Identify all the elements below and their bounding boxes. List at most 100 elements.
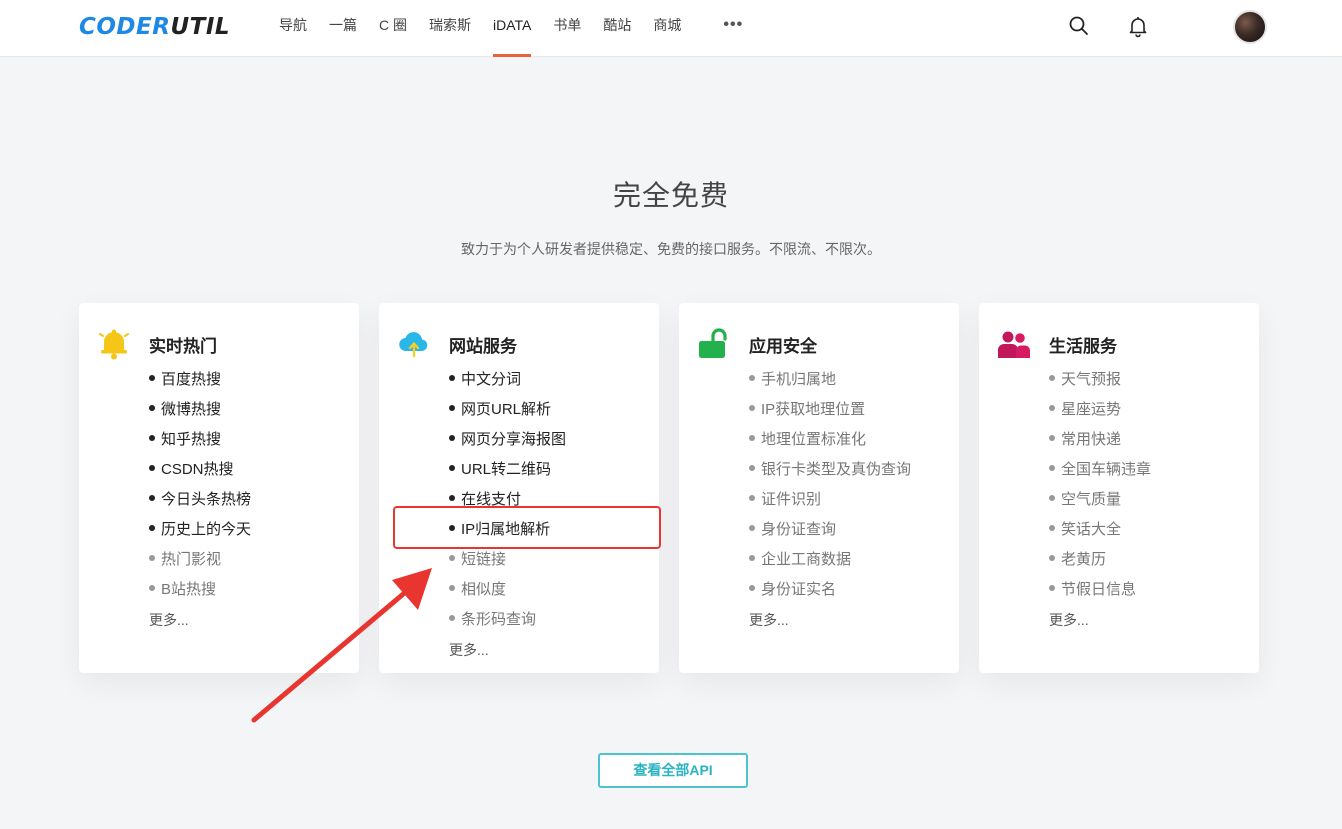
list-item-label: 在线支付 [461, 491, 522, 508]
list-item[interactable]: 身份证实名 [749, 575, 911, 605]
list-item-label: 短链接 [461, 551, 507, 568]
list-item[interactable]: 星座运势 [1049, 395, 1151, 425]
list-item[interactable]: 空气质量 [1049, 485, 1151, 515]
list-item-label: 地理位置标准化 [761, 431, 867, 448]
list-item-label: 笑话大全 [1061, 521, 1122, 538]
list-item[interactable]: IP获取地理位置 [749, 395, 911, 425]
list-item[interactable]: 百度热搜 [149, 365, 251, 395]
list-item[interactable]: 证件识别 [749, 485, 911, 515]
bullet [149, 495, 155, 502]
list-item[interactable]: B站热搜 [149, 575, 251, 605]
more-link[interactable]: 更多... [1049, 605, 1151, 635]
list-item-label: 中文分词 [461, 371, 522, 388]
nav-item-ruisuosi[interactable]: 瑞索斯 [418, 0, 482, 57]
list-item-label: B站热搜 [161, 581, 217, 598]
more-link[interactable]: 更多... [449, 635, 566, 665]
list-item-label: 今日头条热榜 [161, 491, 252, 508]
card-title: 应用安全 [749, 337, 817, 356]
page-subtitle: 致力于为个人研发者提供稳定、免费的接口服务。不限流、不限次。 [461, 241, 881, 257]
list-item[interactable]: 微博热搜 [149, 395, 251, 425]
list-item-label: 空气质量 [1061, 491, 1122, 508]
api-list: 百度热搜 微博热搜 知乎热搜 CSDN热搜 今日头条热榜 历史上的今天 热门影视… [149, 365, 251, 635]
bell-icon[interactable] [1126, 14, 1150, 38]
more-link[interactable]: 更多... [149, 605, 251, 635]
list-item[interactable]: 在线支付 [449, 485, 566, 515]
list-item[interactable]: 热门影视 [149, 545, 251, 575]
nav-item-cool-sites[interactable]: 酷站 [592, 0, 642, 57]
list-item[interactable]: 短链接 [449, 545, 566, 575]
card-title: 网站服务 [449, 337, 517, 356]
list-item-label: 星座运势 [1061, 401, 1122, 418]
bullet [1049, 465, 1055, 472]
list-item[interactable]: 网页URL解析 [449, 395, 566, 425]
list-item[interactable]: CSDN热搜 [149, 455, 251, 485]
list-item[interactable]: 历史上的今天 [149, 515, 251, 545]
list-item[interactable]: 身份证查询 [749, 515, 911, 545]
api-list: 手机归属地 IP获取地理位置 地理位置标准化 银行卡类型及真伪查询 证件识别 身… [749, 365, 911, 635]
bullet [749, 405, 755, 412]
bullet [749, 375, 755, 382]
list-item[interactable]: 老黄历 [1049, 545, 1151, 575]
more-menu-button[interactable]: ••• [712, 0, 754, 57]
bullet [1049, 495, 1055, 502]
bullet [449, 405, 455, 412]
nav-item-article[interactable]: 一篇 [318, 0, 368, 57]
list-item[interactable]: 常用快递 [1049, 425, 1151, 455]
list-item[interactable]: 天气预报 [1049, 365, 1151, 395]
list-item[interactable]: 笑话大全 [1049, 515, 1151, 545]
nav-item-guide[interactable]: 导航 [268, 0, 318, 57]
list-item[interactable]: 相似度 [449, 575, 566, 605]
coderutil-logo[interactable]: CODERUTIL [79, 12, 230, 42]
list-item-label: 知乎热搜 [161, 431, 222, 448]
list-item-label: 企业工商数据 [761, 551, 852, 568]
list-item-label: 历史上的今天 [161, 521, 252, 538]
list-item[interactable]: 知乎热搜 [149, 425, 251, 455]
list-item[interactable]: 企业工商数据 [749, 545, 911, 575]
list-item[interactable]: 节假日信息 [1049, 575, 1151, 605]
list-item[interactable]: 全国车辆违章 [1049, 455, 1151, 485]
view-all-api-button[interactable]: 查看全部API [598, 753, 748, 788]
bullet [1049, 525, 1055, 532]
bullet [149, 525, 155, 532]
list-item[interactable]: 网页分享海报图 [449, 425, 566, 455]
list-item-label: 常用快递 [1061, 431, 1122, 448]
list-item-label: 网页URL解析 [461, 401, 552, 418]
list-item[interactable]: 地理位置标准化 [749, 425, 911, 455]
card-realtime-hot: 实时热门 百度热搜 微博热搜 知乎热搜 CSDN热搜 今日头条热榜 历史上的今天… [79, 303, 359, 673]
list-item-label: IP归属地解析 [461, 521, 551, 538]
list-item-label: 相似度 [461, 581, 507, 598]
bell-icon [97, 327, 131, 361]
list-item[interactable]: 手机归属地 [749, 365, 911, 395]
more-link[interactable]: 更多... [749, 605, 911, 635]
bullet [749, 495, 755, 502]
bullet [1049, 375, 1055, 382]
list-item-ip-location[interactable]: IP归属地解析 [449, 515, 566, 545]
list-item[interactable]: 今日头条热榜 [149, 485, 251, 515]
nav-item-booklist[interactable]: 书单 [542, 0, 592, 57]
list-item-label: 节假日信息 [1061, 581, 1137, 598]
list-item[interactable]: URL转二维码 [449, 455, 566, 485]
list-item-label: 老黄历 [1061, 551, 1107, 568]
nav-item-idata[interactable]: iDATA [482, 0, 542, 57]
list-item[interactable]: 中文分词 [449, 365, 566, 395]
top-navigation-bar: CODERUTIL 导航 一篇 C 圈 瑞索斯 iDATA 书单 酷站 商城 •… [0, 0, 1342, 57]
list-item[interactable]: 条形码查询 [449, 605, 566, 635]
main-nav: 导航 一篇 C 圈 瑞索斯 iDATA 书单 酷站 商城 ••• [268, 0, 754, 57]
list-item[interactable]: 银行卡类型及真伪查询 [749, 455, 911, 485]
nav-item-mall[interactable]: 商城 [642, 0, 692, 57]
unlock-icon [697, 327, 731, 361]
list-item-label: 证件识别 [761, 491, 822, 508]
search-icon[interactable] [1067, 14, 1091, 38]
card-title: 实时热门 [149, 337, 217, 356]
list-item-label: 身份证查询 [761, 521, 837, 538]
user-avatar[interactable] [1233, 10, 1267, 44]
card-web-services: 网站服务 中文分词 网页URL解析 网页分享海报图 URL转二维码 在线支付 I… [379, 303, 659, 673]
card-life-services: 生活服务 天气预报 星座运势 常用快递 全国车辆违章 空气质量 笑话大全 老黄历… [979, 303, 1259, 673]
list-item-label: 身份证实名 [761, 581, 837, 598]
logo-text-coder: CODER [79, 14, 171, 40]
list-item-label: 银行卡类型及真伪查询 [761, 461, 912, 478]
nav-item-circle[interactable]: C 圈 [368, 0, 418, 57]
list-item-label: CSDN热搜 [161, 461, 234, 478]
bullet [1049, 585, 1055, 592]
list-item-label: 百度热搜 [161, 371, 222, 388]
